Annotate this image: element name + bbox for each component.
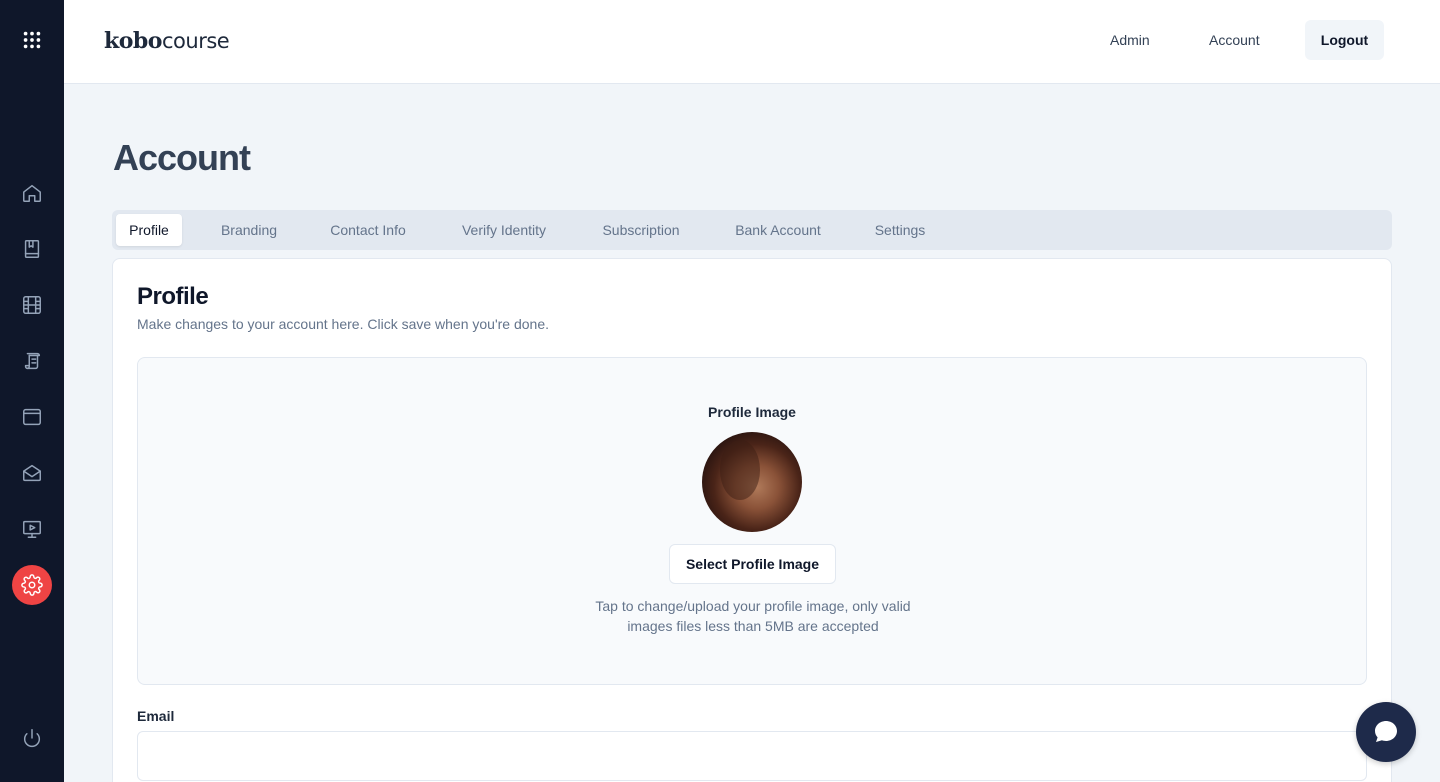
chat-widget-button[interactable] xyxy=(1356,702,1416,762)
tab-contact-info[interactable]: Contact Info xyxy=(315,214,421,246)
kobocourse-logo[interactable]: kobocourse xyxy=(104,28,230,54)
profile-image-label: Profile Image xyxy=(708,404,796,420)
tab-branding[interactable]: Branding xyxy=(206,214,292,246)
sidebar xyxy=(0,0,64,782)
chat-bubble-icon xyxy=(1375,721,1397,742)
upload-hint: Tap to change/upload your profile image,… xyxy=(595,598,911,634)
profile-image-upload-area[interactable]: Profile Image Select Profile Image Tap t… xyxy=(137,357,1367,685)
tab-settings[interactable]: Settings xyxy=(861,214,939,246)
profile-card: Profile Make changes to your account her… xyxy=(112,258,1392,782)
presentation-play-icon[interactable] xyxy=(12,509,52,549)
account-tabs: Profile Branding Contact Info Verify Ide… xyxy=(112,210,1392,250)
avatar[interactable] xyxy=(702,432,802,532)
email-label: Email xyxy=(137,708,175,724)
nav-admin-link[interactable]: Admin xyxy=(1110,32,1150,48)
mail-open-icon[interactable] xyxy=(12,453,52,493)
apps-grid-icon[interactable] xyxy=(12,20,52,60)
home-icon[interactable] xyxy=(12,173,52,213)
scroll-icon[interactable] xyxy=(12,341,52,381)
tab-bank-account[interactable]: Bank Account xyxy=(719,214,837,246)
nav-account-link[interactable]: Account xyxy=(1209,32,1260,48)
page-title: Account xyxy=(113,137,251,178)
logout-button[interactable]: Logout xyxy=(1305,20,1384,60)
tab-verify-identity[interactable]: Verify Identity xyxy=(445,214,563,246)
select-profile-image-button[interactable]: Select Profile Image xyxy=(669,544,836,584)
film-icon[interactable] xyxy=(12,285,52,325)
power-icon[interactable] xyxy=(12,718,52,758)
tab-profile[interactable]: Profile xyxy=(116,214,182,246)
top-header: kobocourse Admin Account Logout xyxy=(64,0,1440,84)
email-field[interactable] xyxy=(137,731,1367,781)
gear-icon[interactable] xyxy=(12,565,52,605)
tab-subscription[interactable]: Subscription xyxy=(587,214,695,246)
book-icon[interactable] xyxy=(12,229,52,269)
profile-title: Profile xyxy=(137,283,209,310)
profile-description: Make changes to your account here. Click… xyxy=(137,316,550,332)
window-icon[interactable] xyxy=(12,397,52,437)
